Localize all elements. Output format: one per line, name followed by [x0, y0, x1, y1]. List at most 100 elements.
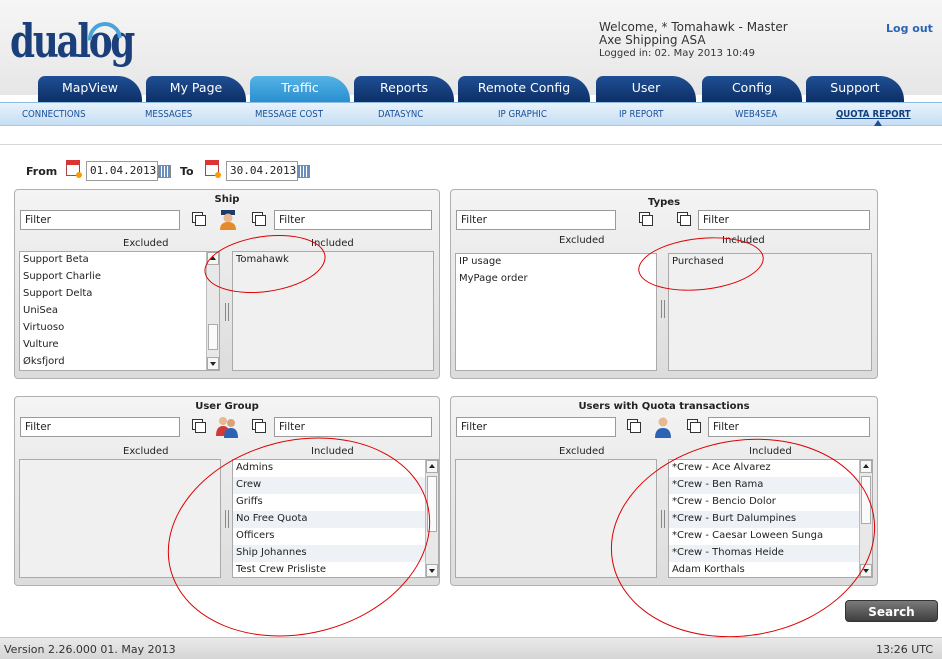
to-date-input[interactable]: 30.04.2013 [226, 161, 298, 181]
users-quota-included-header: Included [749, 446, 792, 457]
from-date-input[interactable]: 01.04.2013 [86, 161, 158, 181]
tab-mapview[interactable]: MapView [38, 76, 142, 102]
list-item[interactable]: Ship Johannes [233, 545, 438, 562]
user-group-copy-icon[interactable] [255, 422, 266, 433]
users-quota-excluded-filter[interactable]: Filter [456, 417, 616, 437]
ship-included-list[interactable]: Tomahawk [232, 251, 434, 371]
list-item[interactable]: Vulture [20, 337, 219, 354]
to-table-icon[interactable] [297, 165, 310, 178]
users-quota-included-scrollbar[interactable] [859, 460, 872, 577]
scroll-up-icon[interactable] [207, 252, 219, 265]
active-subnav-marker-icon [874, 120, 882, 126]
tab-user[interactable]: User [596, 76, 696, 102]
types-excluded-header: Excluded [559, 235, 605, 246]
scroll-thumb[interactable] [208, 324, 218, 350]
scroll-down-icon[interactable] [860, 564, 872, 577]
tab-config[interactable]: Config [702, 76, 802, 102]
list-item[interactable]: Øksfjord [20, 354, 219, 370]
user-group-included-header: Included [311, 446, 354, 457]
subnav-messages[interactable]: MESSAGES [145, 109, 192, 120]
list-item[interactable]: *Crew - Ace Alvarez [669, 460, 872, 477]
from-calendar-icon[interactable] [66, 160, 82, 178]
types-panel-title: Types [647, 197, 681, 208]
list-item[interactable]: Support Delta [20, 286, 219, 303]
list-item[interactable]: No Free Quota [233, 511, 438, 528]
types-excluded-list[interactable]: IP usage MyPage order [455, 253, 657, 371]
list-item[interactable]: Adam Korthals [669, 562, 872, 577]
types-splitter-handle[interactable] [661, 300, 665, 318]
list-item[interactable]: Support Beta [20, 252, 219, 269]
ship-copy-all-icon[interactable] [195, 215, 206, 226]
ship-excluded-list[interactable]: Support Beta Support Charlie Support Del… [19, 251, 220, 371]
user-group-included-filter[interactable]: Filter [274, 417, 432, 437]
list-item[interactable]: *Crew - Burt Dalumpines [669, 511, 872, 528]
ship-captain-icon [218, 208, 238, 230]
users-quota-copy-icon[interactable] [690, 422, 701, 433]
list-item[interactable]: IP usage [456, 254, 656, 271]
users-quota-excluded-list[interactable] [455, 459, 657, 578]
user-group-included-list[interactable]: Admins Crew Griffs No Free Quota Officer… [232, 459, 439, 578]
from-table-icon[interactable] [158, 165, 171, 178]
tab-support[interactable]: Support [806, 76, 904, 102]
scroll-thumb[interactable] [861, 476, 871, 524]
list-item[interactable]: Officers [233, 528, 438, 545]
scroll-thumb[interactable] [427, 476, 437, 532]
list-item[interactable]: Tomahawk [233, 252, 433, 269]
types-excluded-filter[interactable]: Filter [456, 210, 616, 230]
to-calendar-icon[interactable] [205, 160, 221, 178]
main-tabs: MapView My Page Traffic Reports Remote C… [0, 76, 942, 102]
list-item[interactable]: Admins [233, 460, 438, 477]
search-button[interactable]: Search [845, 600, 938, 622]
tab-remote-config[interactable]: Remote Config [458, 76, 590, 102]
list-item[interactable]: *Crew - Thomas Heide [669, 545, 872, 562]
subnav-web4sea[interactable]: WEB4SEA [735, 109, 777, 120]
logout-link[interactable]: Log out [886, 22, 933, 35]
ship-copy-icon[interactable] [255, 215, 266, 226]
to-label: To [180, 165, 194, 178]
list-item[interactable]: *Crew - Caesar Loween Sunga [669, 528, 872, 545]
user-group-excluded-filter[interactable]: Filter [20, 417, 180, 437]
list-item[interactable]: Purchased [669, 254, 871, 271]
tab-my-page[interactable]: My Page [146, 76, 246, 102]
users-quota-splitter-handle[interactable] [661, 510, 665, 528]
users-quota-included-list[interactable]: *Crew - Ace Alvarez *Crew - Ben Rama *Cr… [668, 459, 873, 578]
list-item[interactable]: Crew [233, 477, 438, 494]
list-item[interactable]: MyPage order [456, 271, 656, 288]
users-quota-copy-all-icon[interactable] [630, 422, 641, 433]
subnav-ip-graphic[interactable]: IP GRAPHIC [498, 109, 547, 120]
list-item[interactable]: Virtuoso [20, 320, 219, 337]
ship-splitter-handle[interactable] [225, 303, 229, 321]
scroll-down-icon[interactable] [426, 564, 438, 577]
subnav-connections[interactable]: CONNECTIONS [22, 109, 86, 120]
tab-traffic[interactable]: Traffic [250, 76, 350, 102]
user-group-copy-all-icon[interactable] [195, 422, 206, 433]
list-item[interactable]: *Crew - Ben Rama [669, 477, 872, 494]
list-item[interactable]: Griffs [233, 494, 438, 511]
users-quota-included-filter[interactable]: Filter [708, 417, 870, 437]
ship-included-filter[interactable]: Filter [274, 210, 432, 230]
login-time: Logged in: 02. May 2013 10:49 [599, 48, 755, 59]
ship-excluded-filter[interactable]: Filter [20, 210, 180, 230]
scroll-up-icon[interactable] [426, 460, 438, 473]
subnav-message-cost[interactable]: MESSAGE COST [255, 109, 323, 120]
subnav-ip-report[interactable]: IP REPORT [619, 109, 663, 120]
list-item[interactable]: *Crew - Bencio Dolor [669, 494, 872, 511]
user-group-splitter-handle[interactable] [225, 510, 229, 528]
list-item[interactable]: Test Crew Prisliste [233, 562, 438, 577]
types-copy-icon[interactable] [680, 215, 691, 226]
types-copy-all-icon[interactable] [642, 215, 653, 226]
scroll-up-icon[interactable] [860, 460, 872, 473]
scroll-down-icon[interactable] [207, 357, 219, 370]
types-included-list[interactable]: Purchased [668, 253, 872, 371]
ship-excluded-scrollbar[interactable] [206, 252, 219, 370]
users-quota-excluded-header: Excluded [559, 446, 605, 457]
list-item[interactable]: UniSea [20, 303, 219, 320]
tab-reports[interactable]: Reports [354, 76, 454, 102]
user-group-excluded-list[interactable] [19, 459, 221, 578]
list-item[interactable]: Support Charlie [20, 269, 219, 286]
user-group-included-scrollbar[interactable] [425, 460, 438, 577]
subnav-datasync[interactable]: DATASYNC [378, 109, 423, 120]
from-label: From [26, 165, 58, 178]
types-included-filter[interactable]: Filter [698, 210, 870, 230]
subnav-quota-report[interactable]: QUOTA REPORT [836, 109, 911, 120]
